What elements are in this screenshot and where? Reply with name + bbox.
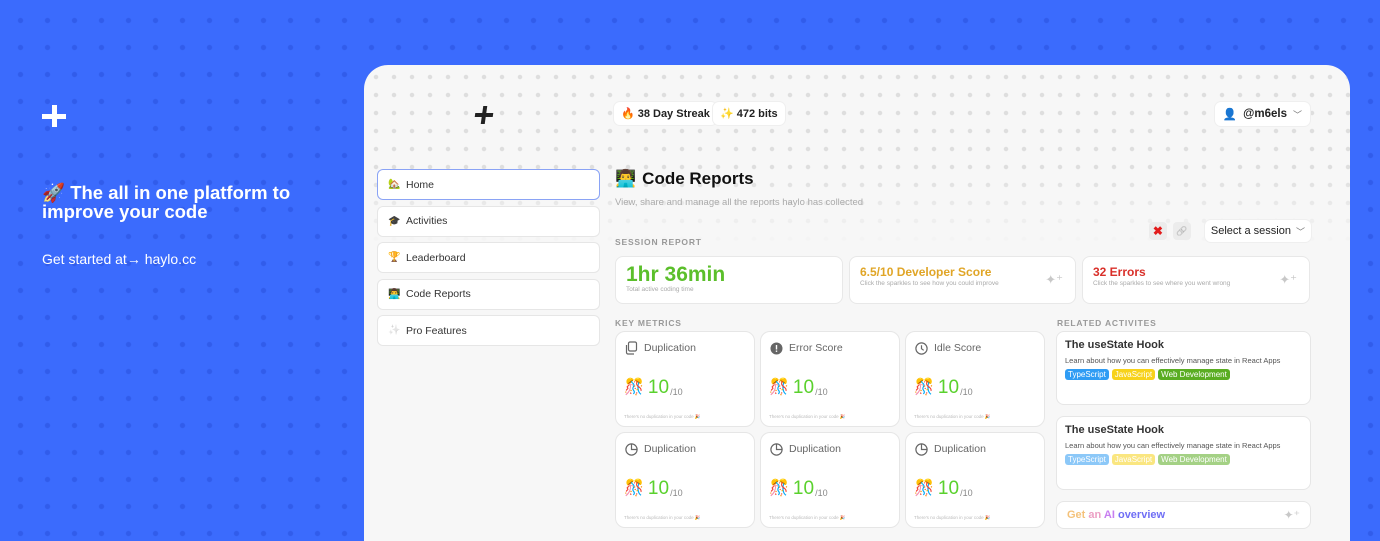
related-activities-label: RELATED ACTIVITES	[1057, 318, 1157, 328]
tag-javascript[interactable]: JavaScript	[1111, 369, 1156, 380]
key-metrics-grid: Duplication 🎊 10/10 There's no duplicatio…	[615, 331, 1045, 528]
confetti-icon: 🎊	[624, 480, 644, 497]
link-icon: 🔗	[1176, 225, 1188, 236]
errors-caption: Click the sparkles to see where you went…	[1093, 280, 1231, 287]
sidebar-item-code-reports[interactable]: 👨‍💻 Code Reports	[377, 278, 600, 310]
app-window: 🔥 38 Day Streak ✨ 472 bits 👤 @m6els ﹀ 🏡 …	[364, 65, 1350, 541]
metric-card-duplication[interactable]: Duplication 🎊 10/10 There's no duplicatio…	[615, 432, 755, 528]
alert-icon	[769, 341, 783, 355]
tag-web-development[interactable]: Web Development	[1158, 369, 1230, 380]
confetti-icon: 🎊	[914, 480, 934, 497]
tag-web-development[interactable]: Web Development	[1158, 454, 1230, 465]
coding-time-card: 1hr 36min Total active coding time	[615, 256, 843, 304]
sidebar-item-activities[interactable]: 🎓 Activities	[377, 205, 600, 237]
session-toolbar: ✖ 🔗 Select a session ﹀	[1148, 220, 1311, 242]
metric-card-duplication[interactable]: Duplication 🎊 10/10 There's no duplicatio…	[760, 432, 900, 528]
coding-time-caption: Total active coding time	[626, 286, 694, 293]
chevron-down-icon: ﹀	[1295, 226, 1305, 237]
errors-card[interactable]: 32 Errors Click the sparkles to see wher…	[1082, 256, 1310, 304]
promo-headline: 🚀 The all in one platform to improve you…	[42, 182, 291, 222]
ai-overview-label: Get an AI overview	[1067, 509, 1166, 521]
promo-cta-link[interactable]: Get started at→ haylo.cc	[42, 251, 332, 267]
metric-card-error-score[interactable]: Error Score 🎊 10/10 There's no duplicatio…	[760, 331, 900, 427]
ai-overview-button[interactable]: Get an AI overview ✦⁺	[1056, 501, 1311, 529]
confetti-icon: 🎊	[914, 379, 934, 396]
main-content: 👨‍💻 Code Reports View, share and manage …	[615, 169, 1311, 529]
streak-badge[interactable]: 🔥 38 Day Streak	[614, 102, 717, 125]
metric-card-duplication[interactable]: Duplication 🎊 10/10 There's no duplicatio…	[615, 331, 755, 427]
session-summary: 1hr 36min Total active coding time 6.5/1…	[615, 256, 1310, 304]
share-link-button[interactable]: 🔗	[1172, 222, 1191, 240]
bits-badge[interactable]: ✨ 472 bits	[713, 102, 785, 125]
sidebar-item-pro-features[interactable]: ✨ Pro Features	[377, 315, 600, 346]
confetti-icon: 🎊	[624, 379, 644, 396]
errors-value: 32 Errors	[1093, 265, 1146, 279]
chevron-down-icon: ﹀	[1292, 109, 1302, 120]
key-metrics-label: KEY METRICS	[615, 318, 682, 328]
activity-card[interactable]: The useState Hook Learn about how you ca…	[1056, 331, 1311, 405]
sparkles-icon: ✨	[720, 108, 734, 120]
session-report-label: SESSION REPORT	[615, 237, 702, 247]
metric-card-idle-score[interactable]: Idle Score 🎊 10/10 There's no duplication…	[905, 331, 1045, 427]
page-subtitle: View, share and manage all the reports h…	[615, 197, 864, 208]
rocket-icon: 🚀	[42, 182, 66, 203]
pie-chart-icon	[769, 442, 783, 456]
house-icon: 🏡	[388, 179, 401, 190]
coding-time-value: 1hr 36min	[626, 263, 726, 286]
username: @m6els	[1243, 108, 1287, 120]
sidebar-item-leaderboard[interactable]: 🏆 Leaderboard	[377, 242, 600, 273]
confetti-icon: 🎊	[769, 379, 789, 396]
pie-chart-icon	[624, 442, 638, 456]
tag-typescript[interactable]: TypeScript	[1065, 369, 1109, 380]
delete-session-button[interactable]: ✖	[1148, 222, 1167, 240]
sidebar-item-home[interactable]: 🏡 Home	[377, 169, 600, 200]
sparkles-icon: ✨	[388, 325, 401, 336]
related-activities-list: The useState Hook Learn about how you ca…	[1056, 331, 1311, 529]
page-title: 👨‍💻 Code Reports	[615, 169, 754, 188]
activity-card[interactable]: The useState Hook Learn about how you ca…	[1056, 416, 1311, 490]
sparkles-icon[interactable]: ✦⁺	[1279, 272, 1297, 288]
developer-score-card[interactable]: 6.5/10 Developer Score Click the sparkle…	[849, 256, 1076, 304]
copy-icon	[624, 341, 638, 355]
app-logo-icon[interactable]	[475, 106, 493, 124]
user-menu-button[interactable]: 👤 @m6els ﹀	[1214, 102, 1310, 126]
pie-chart-icon	[914, 442, 928, 456]
developer-score-value: 6.5/10 Developer Score	[860, 265, 992, 279]
metric-card-duplication[interactable]: Duplication 🎊 10/10 There's no duplicatio…	[905, 432, 1045, 528]
sidebar-nav: 🏡 Home 🎓 Activities 🏆 Leaderboard 👨‍💻 Co…	[377, 169, 600, 352]
tag-typescript[interactable]: TypeScript	[1065, 454, 1109, 465]
confetti-icon: 🎊	[769, 480, 789, 497]
tag-list: TypeScript JavaScript Web Development	[1065, 454, 1302, 465]
developer-score-caption: Click the sparkles to see how you could …	[860, 280, 999, 287]
clock-icon	[914, 341, 928, 355]
sparkles-icon[interactable]: ✦⁺	[1045, 272, 1063, 288]
sparkles-icon: ✦⁺	[1283, 508, 1300, 522]
fire-icon: 🔥	[621, 108, 635, 120]
session-select[interactable]: Select a session ﹀	[1204, 220, 1311, 242]
graduation-cap-icon: 🎓	[388, 215, 401, 227]
technologist-icon: 👨‍💻	[615, 169, 637, 188]
tag-javascript[interactable]: JavaScript	[1111, 454, 1156, 465]
haylo-logo-icon	[42, 105, 66, 129]
user-icon: 👤	[1222, 109, 1238, 121]
close-icon: ✖	[1152, 224, 1163, 238]
technologist-icon: 👨‍💻	[388, 288, 401, 300]
promo-panel: 🚀 The all in one platform to improve you…	[42, 105, 332, 267]
tag-list: TypeScript JavaScript Web Development	[1065, 369, 1302, 380]
trophy-icon: 🏆	[388, 252, 401, 263]
